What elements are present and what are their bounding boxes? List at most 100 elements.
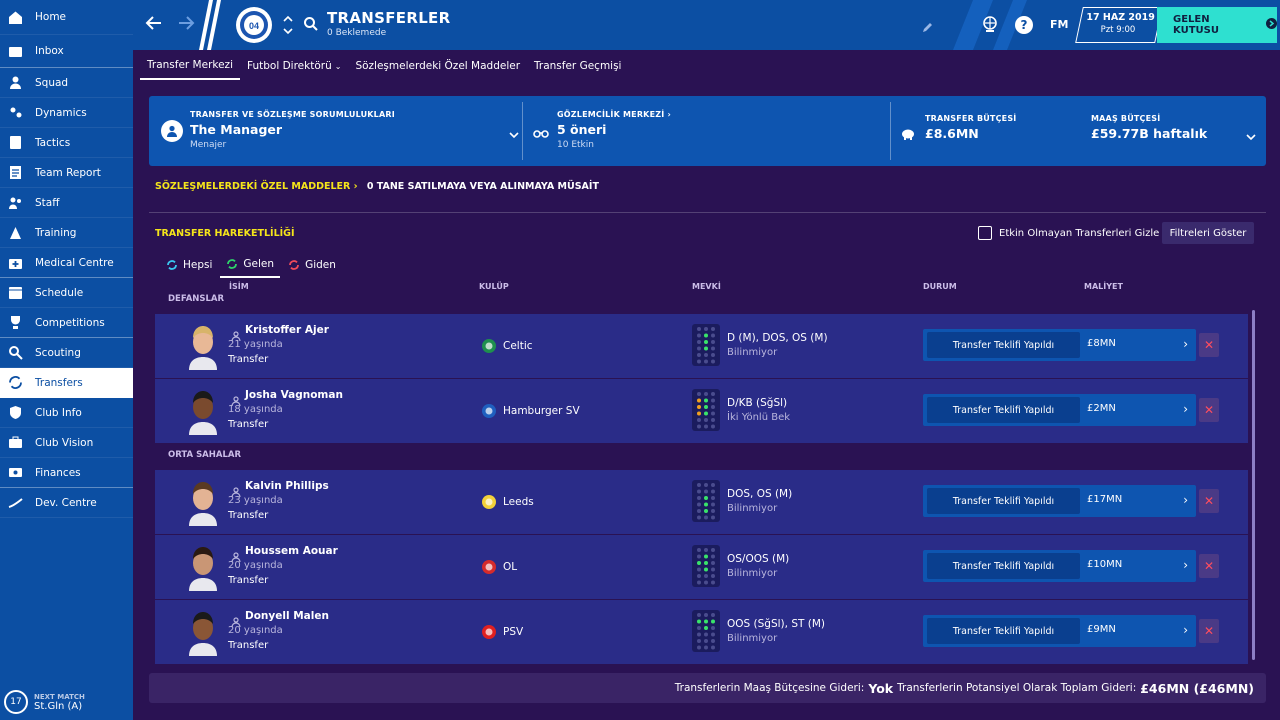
subtab-all[interactable]: Hepsi [160,252,218,278]
player-name[interactable]: Donyell Malen [245,610,329,622]
player-photo[interactable] [185,476,221,526]
date-box[interactable]: 17 HAZ 2019 Pzt 9:00 [1075,7,1163,43]
club-name: OL [503,561,518,573]
cancel-offer-button[interactable]: ✕ [1199,398,1219,422]
wage-budget-title: MAAŞ BÜTÇESİ [1091,114,1161,123]
player-name[interactable]: Houssem Aouar [245,545,338,557]
offer-status-button[interactable]: Transfer Teklifi Yapıldı £2MN › [923,394,1196,426]
cancel-offer-button[interactable]: ✕ [1199,489,1219,513]
world-icon[interactable] [981,15,999,37]
arrow-circle-icon [1266,18,1277,32]
offer-status-label: Transfer Teklifi Yapıldı [927,397,1080,423]
hide-inactive-checkbox[interactable]: Etkin Olmayan Transferleri Gizle [978,226,1159,240]
player-club[interactable]: Celtic [481,338,533,354]
inbox-button[interactable]: GELEN KUTUSU [1157,7,1277,43]
player-club[interactable]: Hamburger SV [481,403,580,419]
wage-budget-value: £59.77B haftalık [1091,126,1208,141]
report-icon [8,165,23,180]
show-filters-button[interactable]: Filtreleri Göster [1162,222,1254,244]
total-cost-value: £46MN (£46MN) [1140,680,1254,696]
player-name[interactable]: Kristoffer Ajer [245,324,329,336]
header: 04 TRANSFERLER 0 Beklemede ? FM 17 HAZ 2… [133,0,1280,50]
special-clauses-value: 0 TANE SATILMAYA VEYA ALINMAYA MÜSAİT [366,181,599,192]
column-header-cost[interactable]: MALİYET [1084,282,1123,291]
tab-bar: Transfer Merkezi Futbol Direktörü ⌄ Sözle… [140,52,628,80]
sidebar-item-home[interactable]: Home [0,0,133,35]
player-row[interactable]: Donyell Malen 20 yaşında Transfer PSV OOS (S… [155,600,1248,664]
tab-football-director[interactable]: Futbol Direktörü ⌄ [240,52,348,80]
player-photo[interactable] [185,541,221,591]
club-crest-icon[interactable]: 04 [236,7,272,43]
player-row[interactable]: Houssem Aouar 20 yaşında Transfer OL OS/OOS … [155,535,1248,599]
sidebar-item-scouting[interactable]: Scouting [0,338,133,368]
sidebar-item-transfers[interactable]: Transfers [0,368,133,398]
tab-transfer-history[interactable]: Transfer Geçmişi [527,52,628,80]
player-row[interactable]: Kristoffer Ajer 21 yaşında Transfer Celtic D… [155,314,1248,378]
player-photo[interactable] [185,320,221,370]
tab-special-clauses[interactable]: Sözleşmelerdeki Özel Maddeler [348,52,527,80]
sidebar-item-club-info[interactable]: Club Info [0,398,133,428]
player-name[interactable]: Kalvin Phillips [245,480,329,492]
cancel-offer-button[interactable]: ✕ [1199,619,1219,643]
player-row[interactable]: Josha Vagnoman 18 yaşında Transfer Hamburge… [155,379,1248,443]
subtab-incoming[interactable]: Gelen [220,252,281,278]
chevron-down-icon[interactable] [1246,126,1256,145]
tab-transfer-center[interactable]: Transfer Merkezi [140,52,240,80]
player-photo[interactable] [185,385,221,435]
player-row[interactable]: Kalvin Phillips 23 yaşında Transfer Leeds DO… [155,470,1248,534]
player-photo[interactable] [185,606,221,656]
player-age: 20 yaşında [228,625,283,636]
sidebar-item-label: Scouting [35,346,81,359]
chevron-updown-icon[interactable] [283,14,293,40]
sidebar-item-label: Dev. Centre [35,496,97,509]
column-header-name[interactable]: İSİM [229,282,249,291]
cancel-offer-button[interactable]: ✕ [1199,333,1219,357]
close-icon: ✕ [1203,403,1215,417]
back-arrow-icon[interactable] [145,14,163,36]
sidebar-item-staff[interactable]: Staff [0,188,133,218]
offer-status-button[interactable]: Transfer Teklifi Yapıldı £8MN › [923,329,1196,361]
club-crest-icon [481,338,497,354]
offer-status-button[interactable]: Transfer Teklifi Yapıldı £17MN › [923,485,1196,517]
sidebar-item-inbox[interactable]: Inbox [0,35,133,68]
subtab-outgoing[interactable]: Giden [282,252,342,278]
responsibility-block[interactable]: TRANSFER VE SÖZLEŞME SORUMLULUKLARI The … [190,110,395,180]
sidebar-item-training[interactable]: Training [0,218,133,248]
column-header-club[interactable]: KULÜP [479,282,509,291]
scrollbar[interactable] [1252,310,1255,660]
sidebar-item-finances[interactable]: Finances [0,458,133,488]
sidebar: Home Inbox Squad Dynamics Tactics Team Report… [0,0,133,720]
player-club[interactable]: Leeds [481,494,534,510]
sidebar-item-medical-centre[interactable]: Medical Centre [0,248,133,278]
offer-cost: £9MN [1087,624,1116,635]
sidebar-item-schedule[interactable]: Schedule [0,278,133,308]
next-match-label: NEXT MATCH [34,692,85,701]
sidebar-item-club-vision[interactable]: Club Vision [0,428,133,458]
sidebar-item-dynamics[interactable]: Dynamics [0,98,133,128]
sidebar-item-dev-centre[interactable]: Dev. Centre [0,488,133,518]
player-club[interactable]: PSV [481,624,523,640]
sidebar-item-tactics[interactable]: Tactics [0,128,133,158]
offer-status-button[interactable]: Transfer Teklifi Yapıldı £9MN › [923,615,1196,647]
offer-status-button[interactable]: Transfer Teklifi Yapıldı £10MN › [923,550,1196,582]
scouting-center-block[interactable]: GÖZLEMCİLİK MERKEZİ › 5 öneri 10 Etkin [557,110,671,180]
cancel-offer-button[interactable]: ✕ [1199,554,1219,578]
sidebar-item-competitions[interactable]: Competitions [0,308,133,338]
checkbox-box[interactable] [978,226,992,240]
sidebar-item-team-report[interactable]: Team Report [0,158,133,188]
column-header-status[interactable]: DURUM [923,282,957,291]
sidebar-item-squad[interactable]: Squad [0,68,133,98]
medical-icon [8,255,23,270]
fm-menu-button[interactable]: FM [1050,18,1068,31]
next-match-value: St.Gln (A) [34,700,83,712]
next-match[interactable]: 17 NEXT MATCH St.Gln (A) [4,690,85,714]
help-icon[interactable]: ? [1015,16,1033,34]
edit-icon[interactable] [921,19,933,38]
player-club[interactable]: OL [481,559,517,575]
chevron-down-icon[interactable] [509,124,519,143]
column-header-position[interactable]: MEVKİ [692,282,721,291]
wage-budget-block: MAAŞ BÜTÇESİ £59.77B haftalık [1091,114,1207,184]
player-name[interactable]: Josha Vagnoman [245,389,343,401]
special-clauses-line[interactable]: SÖZLEŞMELERDEKİ ÖZEL MADDELER › 0 TANE S… [155,181,599,192]
search-icon[interactable] [303,16,319,36]
